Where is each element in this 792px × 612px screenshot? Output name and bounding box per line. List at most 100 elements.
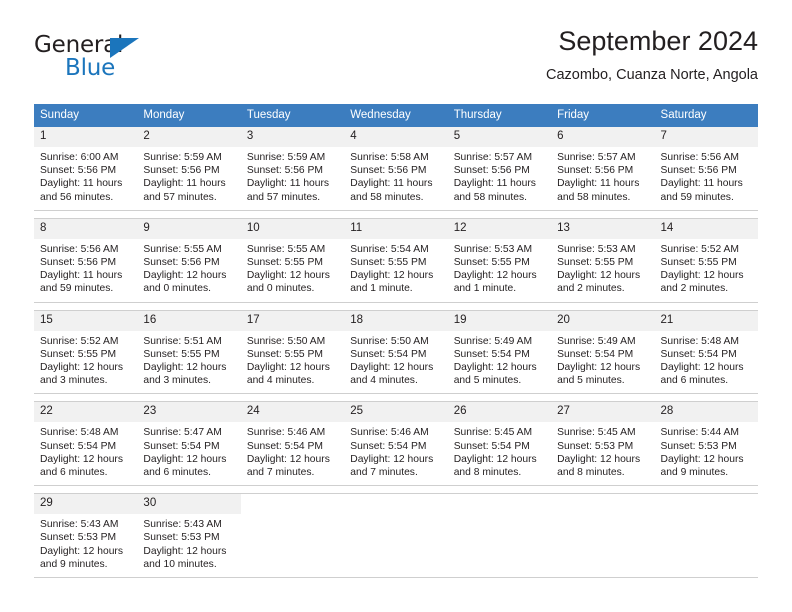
day-number: 24	[240, 402, 345, 423]
calendar-day-cell[interactable]: 9 Sunrise: 5:55 AM Sunset: 5:56 PM Daylight…	[137, 218, 241, 302]
day-number: 23	[137, 402, 241, 423]
calendar-day-cell[interactable]: 28 Sunrise: 5:44 AM Sunset: 5:53 PM Dayligh…	[654, 402, 758, 486]
day-number: 6	[551, 127, 655, 147]
day-number	[344, 494, 448, 515]
page-header: General Blue September 2024 Cazombo, Cua…	[34, 24, 758, 96]
day-sun-info: Sunrise: 5:57 AM Sunset: 5:56 PM Daylight:…	[551, 147, 654, 210]
calendar-day-cell[interactable]: 30 Sunrise: 5:43 AM Sunset: 5:53 PM Dayligh…	[137, 494, 241, 578]
sunset-text: Sunset: 5:56 PM	[143, 165, 220, 177]
calendar-day-empty	[447, 494, 552, 578]
calendar-day-cell[interactable]: 15 Sunrise: 5:52 AM Sunset: 5:55 PM Dayligh…	[34, 310, 138, 394]
calendar-day-cell[interactable]: 2 Sunrise: 5:59 AM Sunset: 5:56 PM Daylight…	[137, 127, 241, 210]
day-sun-info: Sunrise: 5:48 AM Sunset: 5:54 PM Daylight:…	[655, 331, 758, 394]
calendar-day-cell[interactable]: 4 Sunrise: 5:58 AM Sunset: 5:56 PM Daylight…	[344, 127, 448, 210]
day-number: 13	[551, 218, 655, 239]
calendar-day-cell[interactable]: 7 Sunrise: 5:56 AM Sunset: 5:56 PM Daylight…	[654, 127, 758, 210]
calendar-day-cell[interactable]: 27 Sunrise: 5:45 AM Sunset: 5:53 PM Dayligh…	[551, 402, 655, 486]
day-sun-info: Sunrise: 5:59 AM Sunset: 5:56 PM Daylight:…	[241, 147, 344, 210]
day-sun-info: Sunrise: 5:56 AM Sunset: 5:56 PM Daylight:…	[34, 239, 137, 302]
sunrise-text: Sunrise: 5:57 AM	[453, 152, 533, 163]
daylight-text: Daylight: 11 hours and 58 minutes.	[453, 178, 536, 203]
calendar-day-cell[interactable]: 18 Sunrise: 5:50 AM Sunset: 5:54 PM Dayligh…	[344, 310, 448, 394]
calendar-day-cell[interactable]: 3 Sunrise: 5:59 AM Sunset: 5:56 PM Daylight…	[240, 127, 345, 210]
calendar-day-cell[interactable]: 19 Sunrise: 5:49 AM Sunset: 5:54 PM Dayligh…	[447, 310, 552, 394]
calendar-page: General Blue September 2024 Cazombo, Cua…	[0, 0, 792, 612]
day-sun-info: Sunrise: 5:49 AM Sunset: 5:54 PM Daylight:…	[551, 331, 654, 394]
day-number: 9	[137, 218, 241, 239]
day-sun-info: Sunrise: 5:52 AM Sunset: 5:55 PM Daylight:…	[655, 239, 758, 302]
calendar-day-cell[interactable]: 20 Sunrise: 5:49 AM Sunset: 5:54 PM Dayligh…	[551, 310, 655, 394]
sunset-text: Sunset: 5:54 PM	[40, 440, 117, 452]
calendar-day-cell[interactable]: 17 Sunrise: 5:50 AM Sunset: 5:55 PM Dayligh…	[240, 310, 345, 394]
calendar-day-cell[interactable]: 24 Sunrise: 5:46 AM Sunset: 5:54 PM Dayligh…	[240, 402, 345, 486]
sunrise-text: Sunrise: 5:57 AM	[557, 152, 636, 163]
calendar-day-cell[interactable]: 16 Sunrise: 5:51 AM Sunset: 5:55 PM Dayligh…	[137, 310, 241, 394]
generalblue-logo: General Blue	[34, 32, 244, 90]
calendar-day-cell[interactable]: 12 Sunrise: 5:53 AM Sunset: 5:55 PM Dayligh…	[447, 218, 552, 302]
sunrise-text: Sunrise: 5:55 AM	[246, 243, 326, 255]
day-sun-info: Sunrise: 5:45 AM Sunset: 5:53 PM Daylight:…	[551, 422, 654, 485]
calendar-day-cell[interactable]: 11 Sunrise: 5:54 AM Sunset: 5:55 PM Dayligh…	[344, 218, 448, 302]
calendar-day-cell[interactable]: 29 Sunrise: 5:43 AM Sunset: 5:53 PM Dayligh…	[34, 494, 138, 578]
day-sun-info: Sunrise: 6:00 AM Sunset: 5:56 PM Daylight:…	[34, 147, 137, 210]
page-title: September 2024	[558, 26, 758, 56]
calendar-day-cell[interactable]: 26 Sunrise: 5:45 AM Sunset: 5:54 PM Dayligh…	[447, 402, 552, 486]
day-number	[551, 494, 655, 515]
calendar-week-row: 29 Sunrise: 5:43 AM Sunset: 5:53 PM Dayligh…	[34, 493, 758, 579]
calendar-day-cell[interactable]: 14 Sunrise: 5:52 AM Sunset: 5:55 PM Dayligh…	[654, 218, 758, 302]
day-number: 19	[447, 310, 552, 331]
daylight-text: Daylight: 12 hours and 5 minutes.	[557, 362, 641, 387]
calendar-day-cell[interactable]: 1 Sunrise: 6:00 AM Sunset: 5:56 PM Daylight…	[34, 127, 138, 210]
day-sun-info: Sunrise: 5:48 AM Sunset: 5:54 PM Daylight:…	[34, 422, 137, 485]
day-number: 30	[137, 494, 241, 515]
daylight-text: Daylight: 11 hours and 57 minutes.	[143, 178, 226, 203]
day-number: 14	[654, 218, 758, 239]
logo-text-blue: Blue	[65, 55, 116, 81]
daylight-text: Daylight: 11 hours and 58 minutes.	[557, 178, 640, 203]
daylight-text: Daylight: 12 hours and 1 minute.	[350, 270, 434, 295]
day-sun-info: Sunrise: 5:54 AM Sunset: 5:55 PM Daylight:…	[344, 239, 447, 302]
daylight-text: Daylight: 12 hours and 4 minutes.	[350, 362, 434, 387]
day-number: 25	[344, 402, 448, 423]
daylight-text: Daylight: 11 hours and 59 minutes.	[40, 270, 123, 295]
day-number: 27	[551, 402, 655, 423]
sunrise-text: Sunrise: 5:50 AM	[350, 335, 429, 347]
calendar-week-row: 8 Sunrise: 5:56 AM Sunset: 5:56 PM Daylight…	[34, 217, 758, 303]
calendar-week-row: 1 Sunrise: 6:00 AM Sunset: 5:56 PM Daylight…	[34, 127, 758, 211]
day-number	[240, 494, 345, 515]
calendar-day-cell[interactable]: 21 Sunrise: 5:48 AM Sunset: 5:54 PM Dayligh…	[654, 310, 758, 394]
day-number: 3	[240, 127, 345, 147]
day-sun-info: Sunrise: 5:55 AM Sunset: 5:55 PM Daylight:…	[241, 239, 344, 302]
daylight-text: Daylight: 12 hours and 8 minutes.	[453, 453, 537, 479]
calendar-day-cell[interactable]: 5 Sunrise: 5:57 AM Sunset: 5:56 PM Daylight…	[447, 127, 552, 210]
sunset-text: Sunset: 5:55 PM	[453, 257, 530, 269]
calendar-weeks: 1 Sunrise: 6:00 AM Sunset: 5:56 PM Daylight…	[34, 127, 758, 579]
day-number: 18	[344, 310, 448, 331]
day-number: 1	[34, 127, 138, 147]
sunset-text: Sunset: 5:55 PM	[246, 348, 323, 360]
daylight-text: Daylight: 12 hours and 2 minutes.	[660, 270, 744, 295]
sunset-text: Sunset: 5:53 PM	[557, 440, 634, 452]
calendar-day-cell[interactable]: 8 Sunrise: 5:56 AM Sunset: 5:56 PM Daylight…	[34, 218, 138, 302]
page-subtitle: Cazombo, Cuanza Norte, Angola	[546, 67, 758, 83]
day-number: 22	[34, 402, 138, 423]
day-number: 7	[654, 127, 758, 147]
daylight-text: Daylight: 12 hours and 7 minutes.	[246, 453, 330, 479]
day-sun-info: Sunrise: 5:50 AM Sunset: 5:55 PM Daylight:…	[241, 331, 344, 394]
sunrise-text: Sunrise: 5:51 AM	[143, 335, 222, 347]
sunset-text: Sunset: 5:54 PM	[453, 440, 530, 452]
daylight-text: Daylight: 11 hours and 56 minutes.	[40, 178, 123, 203]
sunset-text: Sunset: 5:55 PM	[143, 348, 220, 360]
calendar-day-cell[interactable]: 25 Sunrise: 5:46 AM Sunset: 5:54 PM Dayligh…	[344, 402, 448, 486]
calendar-day-cell[interactable]: 6 Sunrise: 5:57 AM Sunset: 5:56 PM Daylight…	[551, 127, 655, 210]
weekday-wednesday: Wednesday	[350, 109, 411, 121]
daylight-text: Daylight: 12 hours and 6 minutes.	[143, 453, 227, 479]
sunrise-text: Sunrise: 5:44 AM	[660, 427, 739, 439]
daylight-text: Daylight: 12 hours and 3 minutes.	[40, 362, 123, 387]
day-sun-info: Sunrise: 5:53 AM Sunset: 5:55 PM Daylight:…	[448, 239, 551, 302]
sunrise-text: Sunrise: 5:50 AM	[246, 335, 326, 347]
calendar-day-cell[interactable]: 23 Sunrise: 5:47 AM Sunset: 5:54 PM Dayligh…	[137, 402, 241, 486]
calendar-day-cell[interactable]: 10 Sunrise: 5:55 AM Sunset: 5:55 PM Dayligh…	[240, 218, 345, 302]
calendar-day-cell[interactable]: 13 Sunrise: 5:53 AM Sunset: 5:55 PM Dayligh…	[551, 218, 655, 302]
calendar-day-cell[interactable]: 22 Sunrise: 5:48 AM Sunset: 5:54 PM Dayligh…	[34, 402, 138, 486]
